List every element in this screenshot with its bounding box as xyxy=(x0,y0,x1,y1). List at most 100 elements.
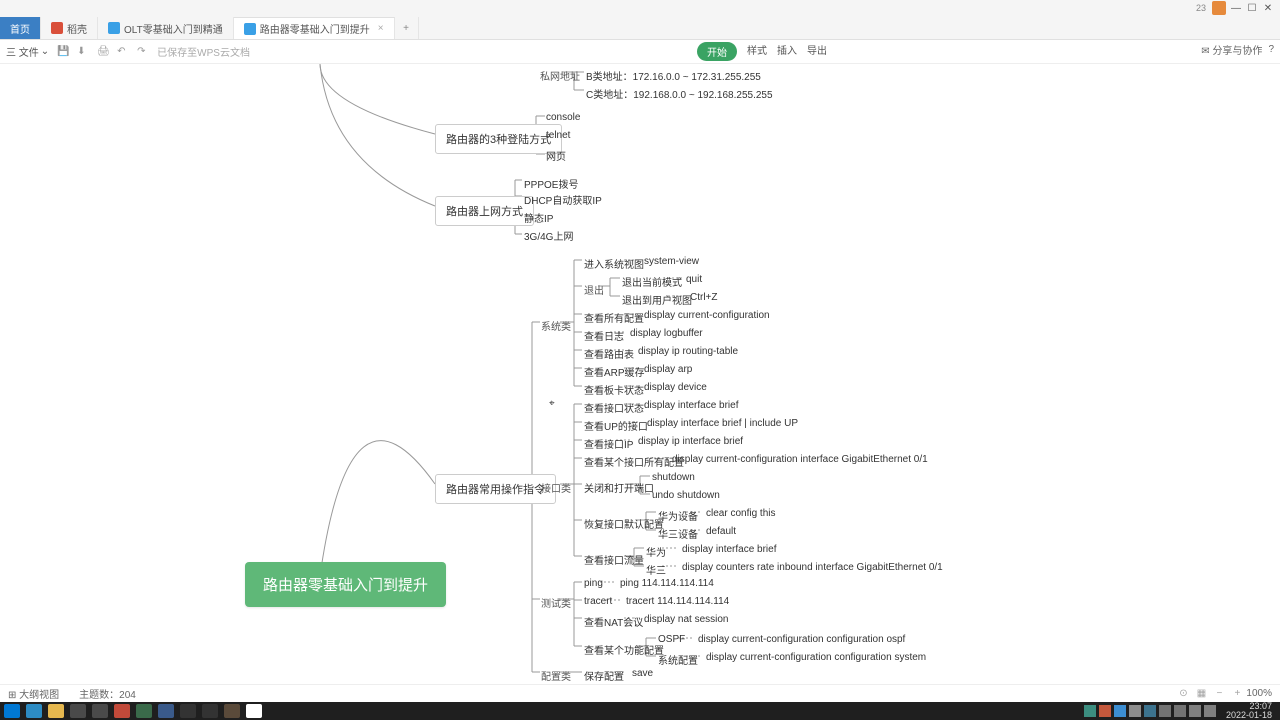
node-if-brief[interactable]: 查看接口状态 xyxy=(584,400,644,415)
close-button[interactable]: ✕ xyxy=(1260,0,1276,16)
node-test-tracert[interactable]: tracert xyxy=(584,596,612,607)
tray-icon-3[interactable] xyxy=(1114,705,1126,717)
node-test-ping-cmd[interactable]: ping 114.114.114.114 xyxy=(620,578,714,589)
node-sys-showcard[interactable]: 查看板卡状态 xyxy=(584,382,644,397)
node-sys-exit-user-cmd[interactable]: Ctrl+Z xyxy=(690,292,718,303)
node-test-func[interactable]: 查看某个功能配置 xyxy=(584,642,664,657)
tray-icon-1[interactable] xyxy=(1084,705,1096,717)
help-button[interactable]: ? xyxy=(1268,44,1274,55)
node-sys-showrt[interactable]: 查看路由表 xyxy=(584,346,634,361)
node-classb[interactable]: B类地址：172.16.0.0 ~ 172.31.255.255 xyxy=(586,68,761,83)
node-private-addr[interactable]: 私网地址 xyxy=(540,68,580,83)
node-test-func-ospf-cmd[interactable]: display current-configuration configurat… xyxy=(698,634,905,645)
node-if-flow[interactable]: 查看接口流量 xyxy=(584,552,644,567)
print-icon[interactable]: 🖨 xyxy=(97,46,109,58)
node-classc[interactable]: C类地址：192.168.0.0 ~ 192.168.255.255 xyxy=(586,86,773,101)
node-if-restore-hw-cmd[interactable]: clear config this xyxy=(706,508,775,519)
node-sys-enter[interactable]: 进入系统视图 xyxy=(584,256,644,271)
minimize-button[interactable]: — xyxy=(1228,0,1244,16)
node-test-nat[interactable]: 查看NAT会议 xyxy=(584,614,643,629)
taskbar-app-3[interactable] xyxy=(70,704,86,718)
node-commands[interactable]: 路由器常用操作指令 xyxy=(435,474,556,504)
node-sys-showarp[interactable]: 查看ARP缓存 xyxy=(584,364,645,379)
taskbar-app-8[interactable] xyxy=(180,704,196,718)
taskbar-app-10[interactable] xyxy=(224,704,240,718)
node-cat-config[interactable]: 配置类 xyxy=(541,668,571,683)
node-if-up-cmd[interactable]: display interface brief | include UP xyxy=(647,418,798,429)
node-sys-showall[interactable]: 查看所有配置 xyxy=(584,310,644,325)
mindmap-canvas[interactable]: 路由器零基础入门到提升 私网地址 B类地址：172.16.0.0 ~ 172.3… xyxy=(0,64,1280,684)
node-telnet[interactable]: telnet xyxy=(546,130,570,141)
node-web[interactable]: 网页 xyxy=(546,148,566,163)
tray-icon-7[interactable] xyxy=(1174,705,1186,717)
taskbar-app-4[interactable] xyxy=(92,704,108,718)
node-if-up[interactable]: 查看UP的接口 xyxy=(584,418,648,433)
node-sys-exit-user[interactable]: 退出到用户视图 xyxy=(622,292,692,307)
node-if-flow-h3c[interactable]: 华三 xyxy=(646,562,666,577)
taskbar-app-5[interactable] xyxy=(114,704,130,718)
node-if-ip-cmd[interactable]: display ip interface brief xyxy=(638,436,743,447)
taskbar-chrome[interactable] xyxy=(246,704,262,718)
outline-view-toggle[interactable]: ⊞ 大纲视图 xyxy=(8,686,59,701)
node-dhcp[interactable]: DHCP自动获取IP xyxy=(524,192,602,207)
tray-icon-6[interactable] xyxy=(1159,705,1171,717)
node-if-restore[interactable]: 恢复接口默认配置 xyxy=(584,516,664,531)
node-if-flow-hw[interactable]: 华为 xyxy=(646,544,666,559)
close-tab-icon[interactable]: × xyxy=(378,23,384,34)
undo-icon[interactable]: ↶ xyxy=(117,46,129,58)
node-3g4g[interactable]: 3G/4G上网 xyxy=(524,228,573,243)
node-if-one[interactable]: 查看某个接口所有配置 xyxy=(584,454,684,469)
node-test-tracert-cmd[interactable]: tracert 114.114.114.114 xyxy=(626,596,729,607)
taskbar-app-7[interactable] xyxy=(158,704,174,718)
node-if-restore-hw[interactable]: 华为设备 xyxy=(658,508,698,523)
download-icon[interactable]: ⬇ xyxy=(77,46,89,58)
taskbar-app-9[interactable] xyxy=(202,704,218,718)
node-sys-exit[interactable]: 退出 xyxy=(584,282,604,297)
menu-export[interactable]: 导出 xyxy=(807,42,827,61)
node-cat-iface[interactable]: 接口类 xyxy=(541,480,571,495)
node-cfg-save[interactable]: 保存配置 xyxy=(584,668,624,683)
node-sys-showarp-cmd[interactable]: display arp xyxy=(644,364,692,375)
tab-olt[interactable]: OLT零基础入门到精通 xyxy=(98,17,234,39)
node-test-func-sys[interactable]: 系统配置 xyxy=(658,652,698,667)
menu-start[interactable]: 开始 xyxy=(697,42,737,61)
zoom-out-icon[interactable]: − xyxy=(1212,687,1226,701)
node-if-restore-h3c[interactable]: 华三设备 xyxy=(658,526,698,541)
start-button[interactable] xyxy=(4,704,20,718)
new-tab-button[interactable]: + xyxy=(395,17,419,39)
tab-daoker[interactable]: 稻壳 xyxy=(41,17,98,39)
node-test-ping[interactable]: ping xyxy=(584,578,603,589)
share-button[interactable]: ✉ 分享与协作 xyxy=(1201,42,1262,57)
node-sys-showall-cmd[interactable]: display current-configuration xyxy=(644,310,770,321)
map-icon[interactable]: ▦ xyxy=(1194,687,1208,701)
node-cat-system[interactable]: 系统类 xyxy=(541,318,571,333)
redo-icon[interactable]: ↷ xyxy=(137,46,149,58)
locate-icon[interactable]: ⊙ xyxy=(1176,687,1190,701)
node-if-ip[interactable]: 查看接口IP xyxy=(584,436,633,451)
taskbar-app-2[interactable] xyxy=(48,704,64,718)
tray-icon-4[interactable] xyxy=(1129,705,1141,717)
tray-icon-2[interactable] xyxy=(1099,705,1111,717)
node-if-brief-cmd[interactable]: display interface brief xyxy=(644,400,739,411)
user-avatar-icon[interactable] xyxy=(1212,1,1226,15)
menu-style[interactable]: 样式 xyxy=(747,42,767,61)
zoom-level[interactable]: 100% xyxy=(1246,688,1272,699)
node-if-flow-h3c-cmd[interactable]: display counters rate inbound interface … xyxy=(682,562,943,573)
file-menu[interactable]: 三 文件 ⌄ xyxy=(6,44,49,59)
node-cfg-save-cmd[interactable]: save xyxy=(632,668,653,679)
taskbar-clock[interactable]: 23:072022-01-18 xyxy=(1222,702,1276,720)
node-login-methods[interactable]: 路由器的3种登陆方式 xyxy=(435,124,562,154)
tray-icon-5[interactable] xyxy=(1144,705,1156,717)
tab-home[interactable]: 首页 xyxy=(0,17,41,39)
node-pppoe[interactable]: PPPOE拨号 xyxy=(524,176,578,191)
zoom-in-icon[interactable]: + xyxy=(1230,687,1244,701)
node-sys-exit-cur-cmd[interactable]: quit xyxy=(686,274,702,285)
node-test-func-ospf[interactable]: OSPF xyxy=(658,634,685,645)
node-cat-test[interactable]: 测试类 xyxy=(541,595,571,610)
taskbar-app-1[interactable] xyxy=(26,704,42,718)
node-if-shut[interactable]: 关闭和打开端口 xyxy=(584,480,654,495)
node-test-nat-cmd[interactable]: display nat session xyxy=(644,614,729,625)
node-sys-showlog-cmd[interactable]: display logbuffer xyxy=(630,328,703,339)
tab-router[interactable]: 路由器零基础入门到提升× xyxy=(234,17,395,39)
maximize-button[interactable]: ☐ xyxy=(1244,0,1260,16)
